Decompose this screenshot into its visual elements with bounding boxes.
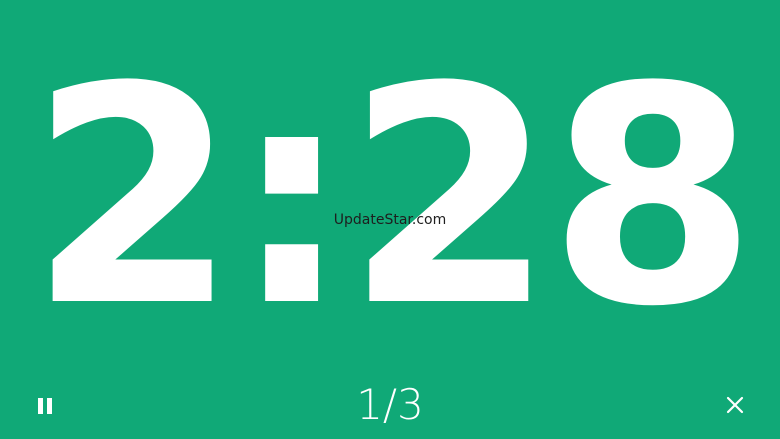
pause-button[interactable] [30,392,60,420]
pause-icon [36,397,54,415]
close-button[interactable] [720,390,750,420]
watermark-text: UpdateStar.com [333,212,447,228]
round-progress: 1/3 [356,380,424,429]
close-icon [726,396,744,414]
countdown-timer: 2:28 [28,23,757,372]
